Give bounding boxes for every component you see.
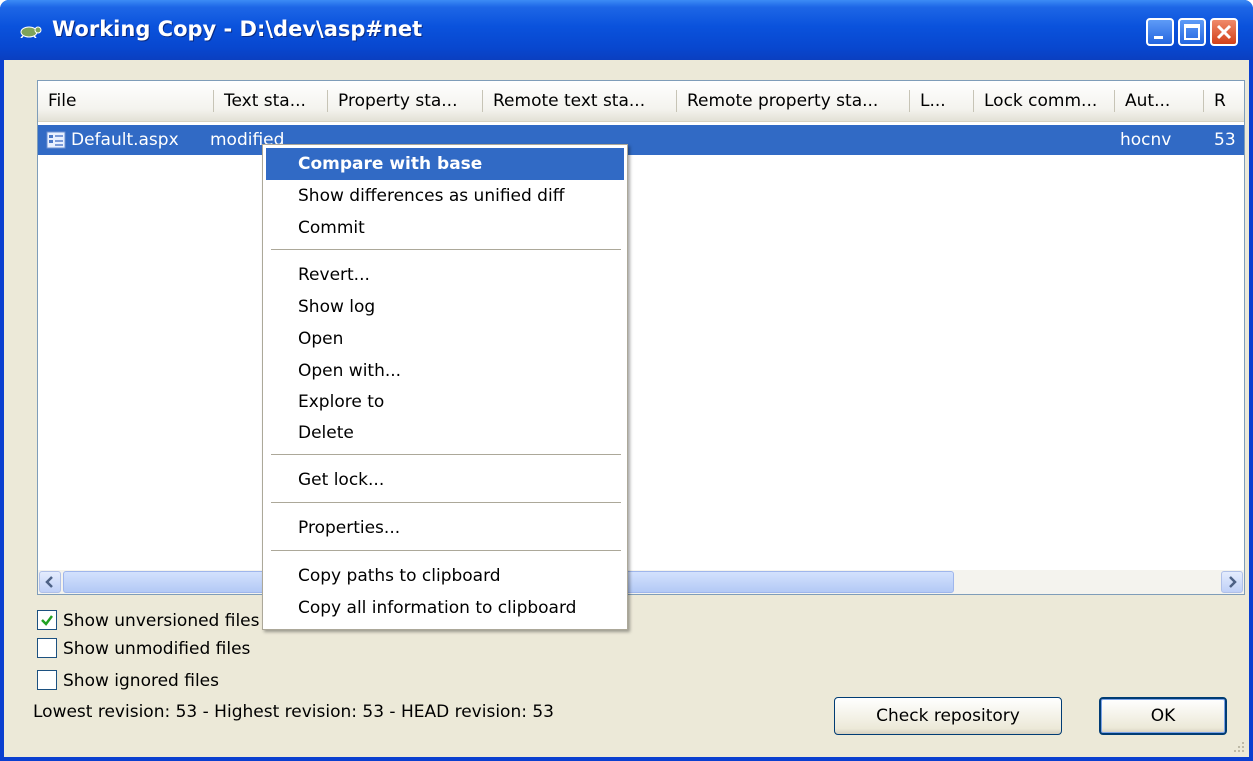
- menu-item-commit[interactable]: Commit: [266, 212, 624, 244]
- menu-item-revert[interactable]: Revert...: [266, 259, 624, 291]
- context-menu: Compare with base Show differences as un…: [262, 144, 628, 630]
- menu-item-copy-all-info[interactable]: Copy all information to clipboard: [266, 592, 624, 624]
- menu-separator: [271, 550, 621, 552]
- menu-item-delete[interactable]: Delete: [266, 417, 624, 449]
- menu-item-copy-paths[interactable]: Copy paths to clipboard: [266, 560, 624, 592]
- ok-button[interactable]: OK: [1099, 697, 1227, 735]
- window-title: Working Copy - D:\dev\asp#net: [52, 17, 423, 41]
- column-header-text-status[interactable]: Text sta...: [214, 81, 328, 121]
- column-header-lock-comment[interactable]: Lock comm...: [974, 81, 1115, 121]
- row-file-name: Default.aspx: [71, 130, 179, 150]
- menu-separator: [271, 502, 621, 504]
- menu-item-open-with[interactable]: Open with...: [266, 355, 624, 387]
- file-icon: [46, 131, 66, 149]
- title-bar[interactable]: Working Copy - D:\dev\asp#net: [0, 0, 1253, 60]
- checkmark-icon: [41, 615, 53, 626]
- menu-item-explore-to[interactable]: Explore to: [266, 386, 624, 418]
- menu-item-open[interactable]: Open: [266, 323, 624, 355]
- close-icon: [1216, 24, 1232, 40]
- scroll-right-button[interactable]: [1221, 571, 1243, 593]
- menu-item-show-unified-diff[interactable]: Show differences as unified diff: [266, 180, 624, 212]
- maximize-icon: [1184, 24, 1200, 40]
- menu-item-compare-with-base[interactable]: Compare with base: [266, 148, 624, 180]
- minimize-button[interactable]: [1146, 18, 1174, 46]
- turtle-icon: [20, 26, 42, 38]
- column-header-author[interactable]: Aut...: [1115, 81, 1204, 121]
- file-status-list[interactable]: File Text sta... Property sta... Remote …: [37, 80, 1245, 595]
- maximize-button[interactable]: [1178, 18, 1206, 46]
- column-header-revision[interactable]: R: [1204, 81, 1244, 121]
- column-header-file[interactable]: File: [38, 81, 214, 121]
- list-header: File Text sta... Property sta... Remote …: [38, 81, 1244, 122]
- arrow-left-icon: [45, 576, 53, 588]
- checkbox-label: Show ignored files: [63, 671, 219, 691]
- menu-separator: [271, 454, 621, 456]
- row-author: hocnv: [1120, 130, 1172, 150]
- column-header-lock[interactable]: L...: [910, 81, 974, 121]
- column-header-remote-property-status[interactable]: Remote property sta...: [677, 81, 910, 121]
- menu-item-properties[interactable]: Properties...: [266, 512, 624, 544]
- check-repository-button[interactable]: Check repository: [834, 697, 1062, 735]
- menu-item-get-lock[interactable]: Get lock...: [266, 464, 624, 496]
- scroll-left-button[interactable]: [39, 571, 61, 593]
- revision-status-text: Lowest revision: 53 - Highest revision: …: [33, 702, 554, 722]
- checkbox-box[interactable]: [37, 610, 57, 630]
- checkbox-box[interactable]: [37, 638, 57, 658]
- menu-item-show-log[interactable]: Show log: [266, 291, 624, 323]
- table-row[interactable]: Default.aspx modified hocnv 53: [38, 125, 1244, 155]
- arrow-right-icon: [1229, 576, 1237, 588]
- minimize-icon: [1154, 36, 1163, 39]
- column-header-property-status[interactable]: Property sta...: [328, 81, 483, 121]
- menu-separator: [271, 249, 621, 251]
- row-revision: 53: [1214, 130, 1236, 150]
- horizontal-scrollbar[interactable]: [38, 570, 1244, 594]
- resize-grip-icon[interactable]: [1231, 739, 1245, 753]
- column-header-remote-text-status[interactable]: Remote text sta...: [483, 81, 677, 121]
- checkbox-box[interactable]: [37, 670, 57, 690]
- checkbox-label: Show unmodified files: [63, 639, 251, 659]
- close-button[interactable]: [1210, 18, 1238, 46]
- checkbox-label: Show unversioned files: [63, 611, 260, 631]
